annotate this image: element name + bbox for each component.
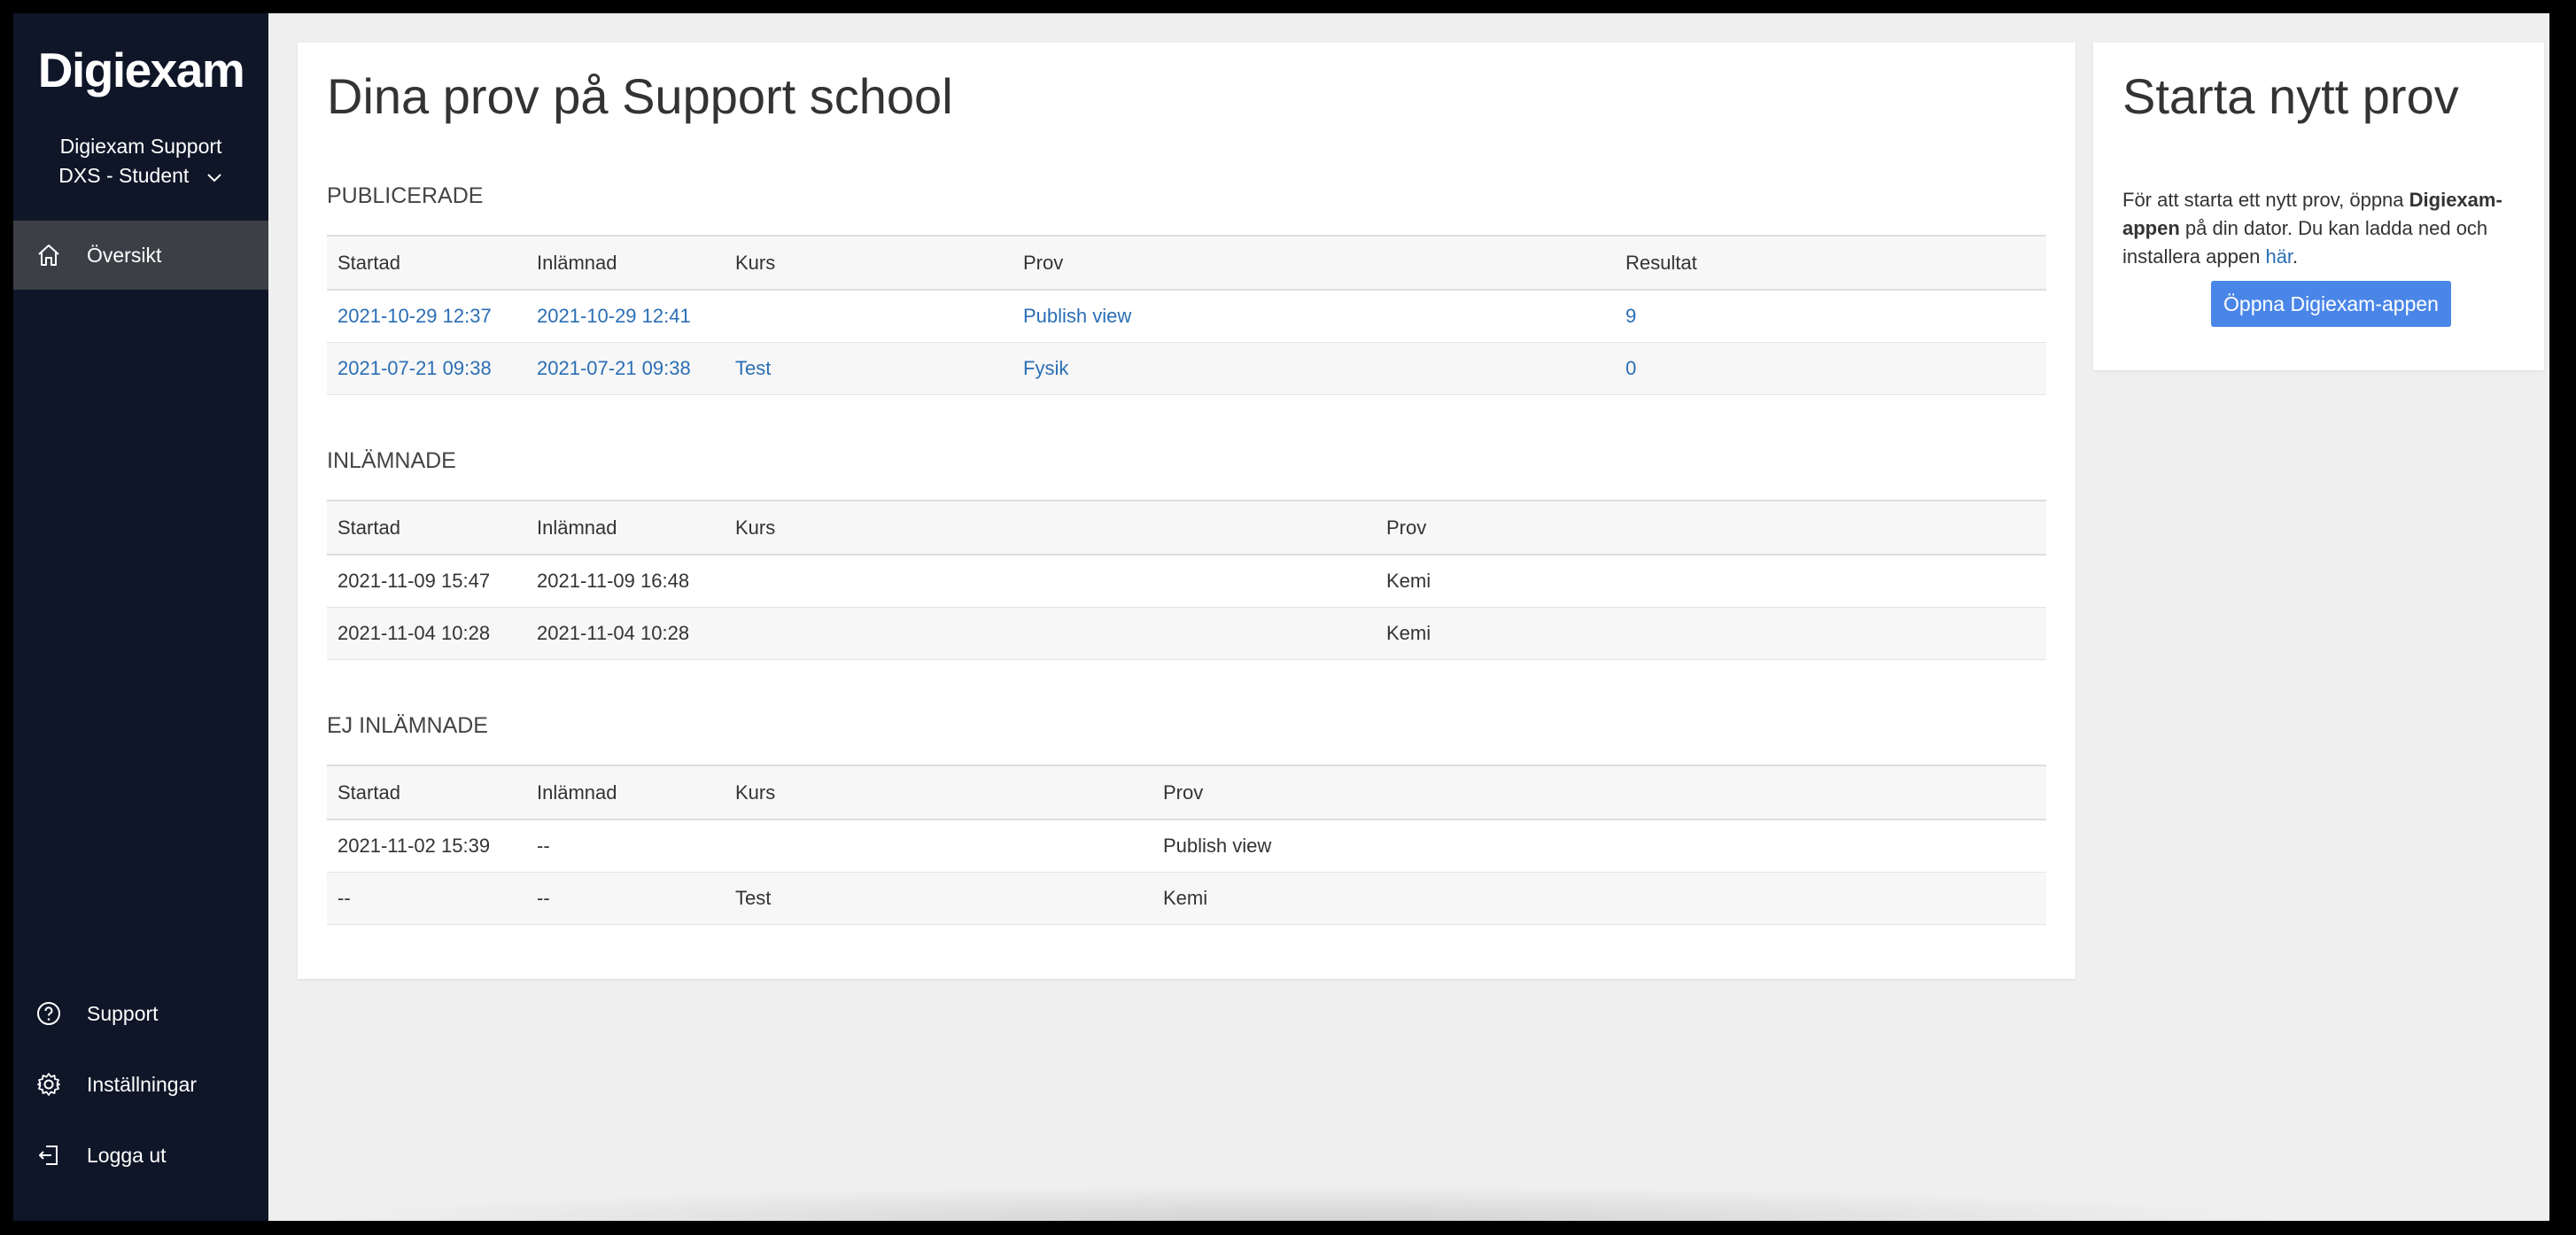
logout-icon — [35, 1142, 62, 1169]
start-exam-description: För att starta ett nytt prov, öppna Digi… — [2122, 186, 2521, 271]
column-header: Startad — [327, 765, 526, 820]
exam-cell: Kemi — [1376, 555, 2046, 608]
role-label: DXS - Student — [58, 164, 190, 187]
submitted-cell: -- — [526, 872, 725, 925]
result-link[interactable]: 0 — [1626, 357, 1636, 379]
column-header: Kurs — [725, 500, 1376, 555]
start-exam-card: Starta nytt prov För att starta ett nytt… — [2093, 43, 2544, 370]
course-cell — [725, 819, 1152, 873]
page-title: Dina prov på Support school — [327, 68, 953, 124]
started-cell: 2021-11-02 15:39 — [327, 819, 526, 873]
started-cell: 2021-11-09 15:47 — [327, 555, 526, 608]
sidebar-item-settings[interactable]: Inställningar — [13, 1050, 268, 1119]
table-row: 2021-11-02 15:39 -- Publish view — [327, 819, 2046, 873]
started-cell: 2021-11-04 10:28 — [327, 607, 526, 660]
not-submitted-heading: EJ INLÄMNADE — [327, 713, 488, 738]
sidebar-item-label: Support — [87, 1001, 159, 1025]
submitted-link[interactable]: 2021-07-21 09:38 — [537, 357, 691, 379]
column-header: Startad — [327, 500, 526, 555]
column-header: Prov — [1013, 235, 1615, 291]
submitted-cell: 2021-11-04 10:28 — [526, 607, 725, 660]
table-row[interactable]: 2021-07-21 09:38 2021-07-21 09:38 Test F… — [327, 342, 2046, 395]
exam-cell: Kemi — [1152, 872, 2046, 925]
not-submitted-table: Startad Inlämnad Kurs Prov 2021-11-02 15… — [327, 765, 2046, 925]
gear-icon — [35, 1071, 62, 1098]
sidebar: Digiexam Digiexam Support DXS - Student … — [13, 13, 268, 1221]
submitted-heading: INLÄMNADE — [327, 448, 456, 473]
result-link[interactable]: 9 — [1626, 305, 1636, 327]
bottom-shadow — [306, 1185, 2299, 1221]
table-row: 2021-11-04 10:28 2021-11-04 10:28 Kemi — [327, 607, 2046, 660]
app-frame: Digiexam Digiexam Support DXS - Student … — [13, 13, 2549, 1221]
started-link[interactable]: 2021-07-21 09:38 — [338, 357, 492, 379]
school-name: Digiexam Support — [59, 135, 222, 158]
column-header: Inlämnad — [526, 235, 725, 291]
column-header: Resultat — [1615, 235, 2046, 291]
sidebar-item-label: Logga ut — [87, 1143, 167, 1167]
role-selector[interactable]: DXS - Student — [13, 164, 268, 189]
sidebar-item-logout[interactable]: Logga ut — [13, 1121, 268, 1190]
start-exam-title: Starta nytt prov — [2122, 68, 2459, 124]
started-cell: -- — [327, 872, 526, 925]
exam-cell: Publish view — [1152, 819, 2046, 873]
submitted-cell: 2021-11-09 16:48 — [526, 555, 725, 608]
course-cell — [725, 607, 1376, 660]
course-link[interactable]: Test — [735, 357, 771, 379]
table-row[interactable]: 2021-10-29 12:37 2021-10-29 12:41 Publis… — [327, 290, 2046, 343]
description-text: . — [2293, 245, 2299, 268]
table-row: -- -- Test Kemi — [327, 872, 2046, 925]
description-text: För att starta ett nytt prov, öppna — [2122, 189, 2409, 211]
help-circle-icon — [35, 1000, 62, 1027]
sidebar-item-support[interactable]: Support — [13, 979, 268, 1048]
submitted-cell: -- — [526, 819, 725, 873]
published-heading: PUBLICERADE — [327, 183, 484, 208]
download-link[interactable]: här — [2265, 245, 2293, 268]
column-header: Kurs — [725, 765, 1152, 820]
exam-link[interactable]: Fysik — [1023, 357, 1068, 379]
column-header: Inlämnad — [526, 500, 725, 555]
column-header: Kurs — [725, 235, 1013, 291]
started-link[interactable]: 2021-10-29 12:37 — [338, 305, 492, 327]
home-icon — [35, 242, 62, 268]
sidebar-item-label: Översikt — [87, 243, 162, 267]
column-header: Prov — [1376, 500, 2046, 555]
course-cell: Test — [725, 872, 1152, 925]
published-table: Startad Inlämnad Kurs Prov Resultat 2021… — [327, 235, 2046, 395]
exam-cell: Kemi — [1376, 607, 2046, 660]
column-header: Prov — [1152, 765, 2046, 820]
sidebar-item-label: Inställningar — [87, 1072, 198, 1096]
sidebar-item-overview[interactable]: Översikt — [13, 221, 268, 290]
course-cell — [725, 555, 1376, 608]
open-digiexam-app-button[interactable]: Öppna Digiexam-appen — [2211, 281, 2451, 327]
table-row: 2021-11-09 15:47 2021-11-09 16:48 Kemi — [327, 555, 2046, 608]
exam-link[interactable]: Publish view — [1023, 305, 1131, 327]
column-header: Startad — [327, 235, 526, 291]
submitted-link[interactable]: 2021-10-29 12:41 — [537, 305, 691, 327]
submitted-table: Startad Inlämnad Kurs Prov 2021-11-09 15… — [327, 500, 2046, 660]
digiexam-logo: Digiexam — [37, 43, 245, 97]
chevron-down-icon — [206, 165, 223, 189]
exams-card: Dina prov på Support school PUBLICERADE … — [298, 43, 2076, 979]
column-header: Inlämnad — [526, 765, 725, 820]
